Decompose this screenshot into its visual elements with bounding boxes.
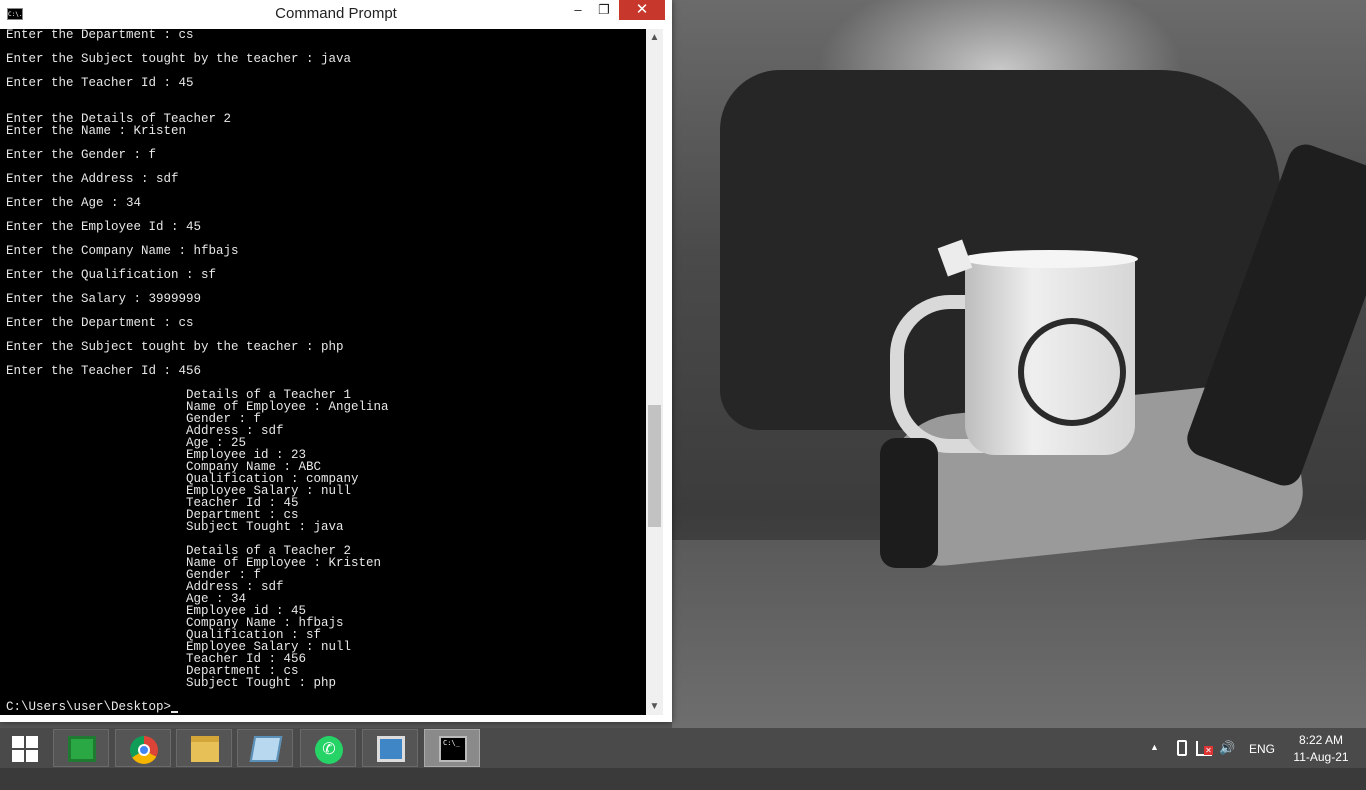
scroll-up-arrow[interactable]: ▲ (646, 29, 663, 46)
wallpaper-watch (880, 438, 938, 568)
console-line: Enter the Address : sdf (6, 172, 179, 186)
network-disconnected-icon: ✕ (1204, 746, 1213, 755)
console-line: Enter the Subject tought by the teacher … (6, 340, 344, 354)
command-prompt-line[interactable]: C:\Users\user\Desktop> (6, 701, 646, 713)
console-line: Enter the Teacher Id : 45 (6, 76, 194, 90)
taskbar-notepad[interactable] (237, 729, 293, 767)
taskbar-file-explorer[interactable] (176, 729, 232, 767)
wallpaper-table (672, 540, 1366, 728)
wallpaper-coffee-logo (1018, 318, 1126, 426)
windows-logo-pane (26, 750, 38, 762)
console-line: Enter the Company Name : hfbajs (6, 244, 239, 258)
start-button[interactable] (12, 736, 38, 762)
show-hidden-icons-button[interactable]: ▲ (1150, 742, 1162, 752)
taskbar-whatsapp[interactable]: ✆ (300, 729, 356, 767)
console-line: Enter the Teacher Id : 456 (6, 364, 202, 378)
wallpaper-mug-rim (962, 250, 1138, 268)
console-line: Enter the Age : 34 (6, 196, 142, 210)
clock-date[interactable]: 11-Aug-21 (1288, 750, 1354, 790)
store-icon (68, 736, 96, 762)
folder-icon (191, 736, 219, 762)
taskbar-store[interactable] (53, 729, 109, 767)
vertical-scrollbar[interactable]: ▲ ▼ (646, 29, 663, 715)
command-prompt-window[interactable]: C:\. Command Prompt – ❐ ✕ Enter the Depa… (0, 0, 672, 722)
console-text: Enter the Department : cs Enter the Subj… (0, 29, 646, 713)
console-line: Enter the Salary : 3999999 (6, 292, 202, 306)
console-line: Subject Tought : java (6, 520, 344, 534)
console-line: Enter the Name : Kristen (6, 124, 187, 138)
windows-logo-pane (12, 750, 24, 762)
scroll-down-arrow[interactable]: ▼ (646, 698, 663, 715)
minimize-button[interactable]: – (566, 0, 590, 20)
restore-button[interactable]: ❐ (592, 0, 616, 20)
taskbar-command-prompt[interactable]: C:\_ (424, 729, 480, 767)
console-line: Enter the Gender : f (6, 148, 157, 162)
windows-logo-pane (12, 736, 24, 748)
notepad-icon (249, 736, 283, 762)
taskbar-photos[interactable] (362, 729, 418, 767)
cmd-icon: C:\_ (439, 736, 467, 762)
windows-logo-pane (26, 736, 38, 748)
taskbar-chrome[interactable] (115, 729, 171, 767)
close-button[interactable]: ✕ (619, 0, 665, 20)
chrome-icon (130, 736, 158, 764)
language-indicator[interactable]: ENG (1249, 741, 1275, 757)
console-line: Enter the Qualification : sf (6, 268, 217, 282)
prompt-text: C:\Users\user\Desktop> (6, 700, 172, 714)
console-output[interactable]: Enter the Department : cs Enter the Subj… (0, 29, 646, 715)
device-icon[interactable] (1177, 740, 1187, 756)
console-line: Enter the Employee Id : 45 (6, 220, 202, 234)
whatsapp-icon: ✆ (315, 736, 343, 764)
photos-icon (377, 736, 405, 762)
console-line: Enter the Department : cs (6, 29, 194, 42)
console-line: Enter the Subject tought by the teacher … (6, 52, 352, 66)
console-line: Enter the Department : cs (6, 316, 194, 330)
volume-icon[interactable]: 🔊 (1219, 739, 1237, 757)
title-bar[interactable]: C:\. Command Prompt – ❐ ✕ (0, 0, 672, 28)
scroll-thumb[interactable] (648, 405, 661, 527)
console-line: Subject Tought : php (6, 676, 337, 690)
text-cursor (171, 711, 179, 713)
